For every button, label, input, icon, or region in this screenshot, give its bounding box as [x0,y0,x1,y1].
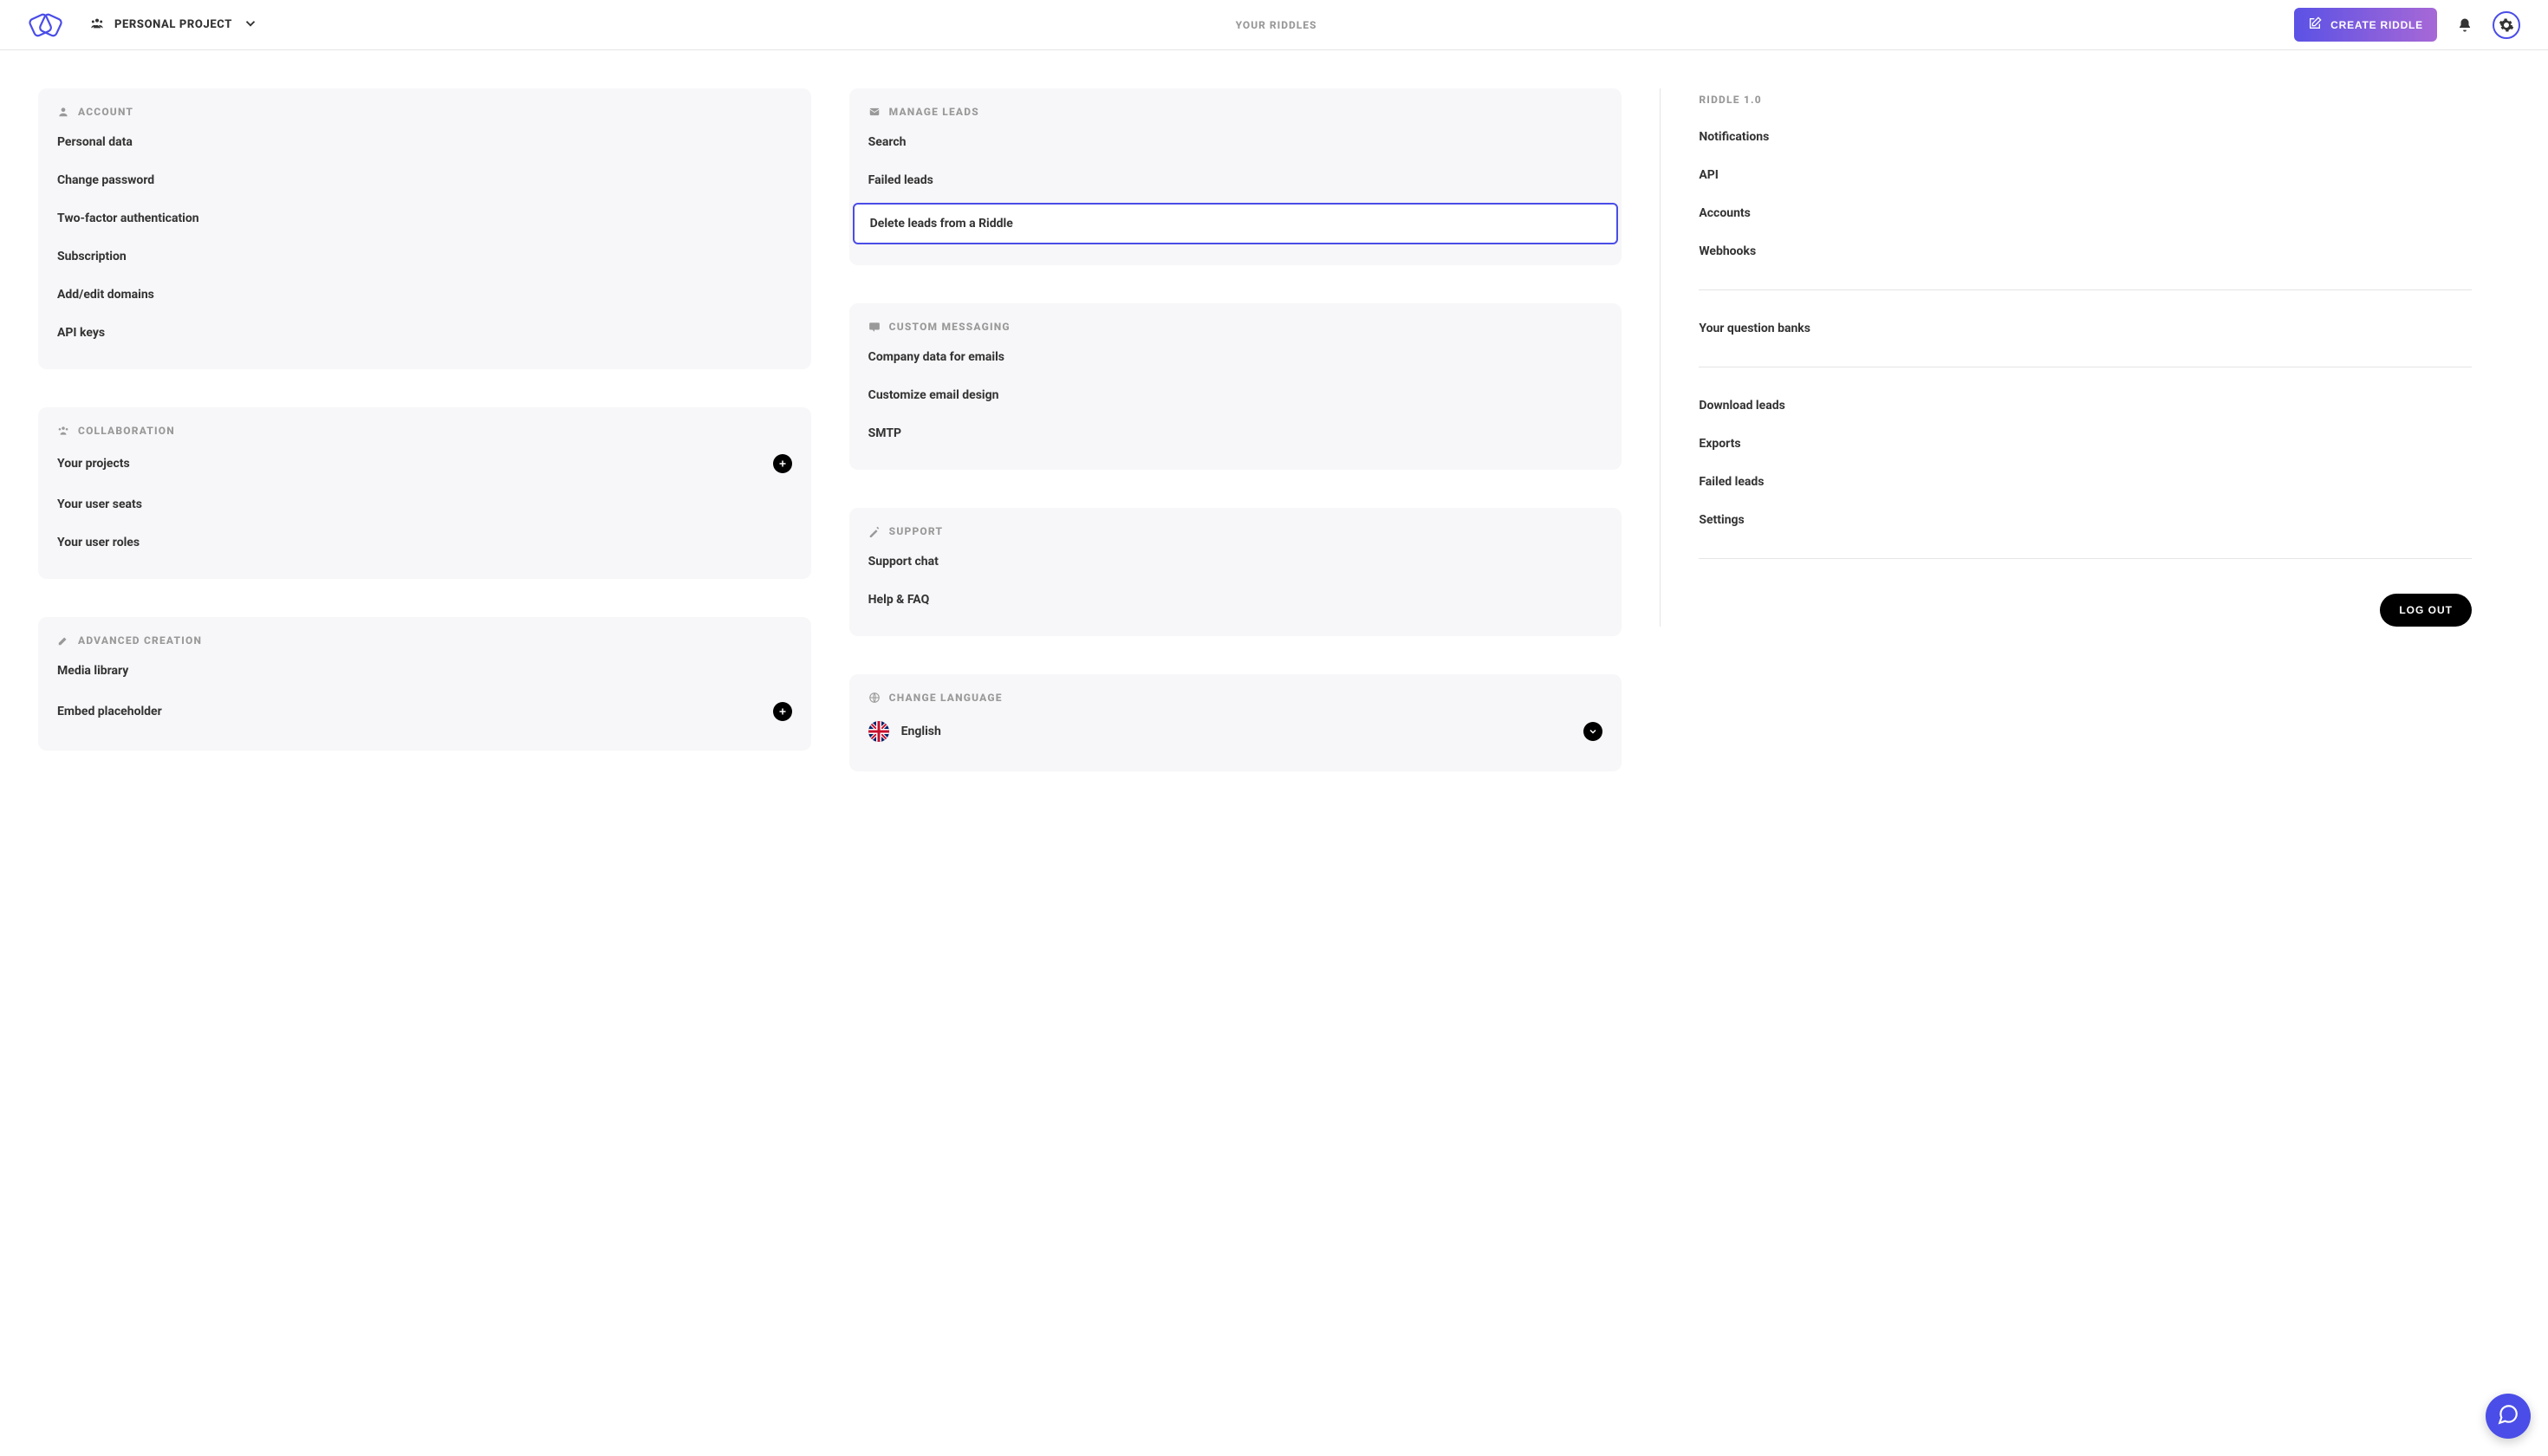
divider [1699,558,2472,559]
sidebar-item-user-roles[interactable]: Your user roles [38,523,811,562]
card-account: ACCOUNT Personal data Change password Tw… [38,88,811,369]
sidebar-item-smtp[interactable]: SMTP [849,414,1622,452]
link-download-leads[interactable]: Download leads [1699,387,2472,425]
card-collaboration: COLLABORATION Your projects Your user se… [38,407,811,579]
sidebar-item-company-emails[interactable]: Company data for emails [849,338,1622,376]
sidebar-item-embed-placeholder[interactable]: Embed placeholder [38,690,811,733]
right-column: RIDDLE 1.0 Notifications API Accounts We… [1660,88,2472,627]
header-right: CREATE RIDDLE [2294,8,2520,42]
sidebar-item-support-chat[interactable]: Support chat [849,543,1622,581]
card-support: SUPPORT Support chat Help & FAQ [849,508,1622,636]
link-notifications[interactable]: Notifications [1699,118,2472,156]
sidebar-item-help-faq[interactable]: Help & FAQ [849,581,1622,619]
card-custom-messaging: CUSTOM MESSAGING Company data for emails… [849,303,1622,470]
header: PERSONAL PROJECT YOUR RIDDLES CREATE RID… [0,0,2548,50]
card-title: MANAGE LEADS [889,106,979,118]
language-label: English [901,725,941,738]
chevron-down-icon [243,16,258,35]
globe-icon [868,692,881,704]
sidebar-item-user-seats[interactable]: Your user seats [38,485,811,523]
person-icon [57,106,69,118]
link-webhooks[interactable]: Webhooks [1699,232,2472,270]
card-change-language: CHANGE LANGUAGE English [849,674,1622,771]
pencil-icon [57,634,69,647]
mail-icon [868,106,881,118]
right-header: RIDDLE 1.0 [1699,94,2472,118]
link-question-banks[interactable]: Your question banks [1699,309,2472,348]
logout-button[interactable]: LOG OUT [2380,594,2472,627]
link-exports[interactable]: Exports [1699,425,2472,463]
plus-icon[interactable] [773,702,792,721]
project-label: PERSONAL PROJECT [114,18,232,31]
create-riddle-button[interactable]: CREATE RIDDLE [2294,8,2437,42]
card-title: ACCOUNT [78,106,133,118]
page-title: YOUR RIDDLES [1236,19,1317,31]
people-icon [90,16,104,34]
logo-icon[interactable] [28,12,66,38]
sidebar-item-media-library[interactable]: Media library [38,652,811,690]
sidebar-item-api-keys[interactable]: API keys [38,314,811,352]
card-title: CHANGE LANGUAGE [889,692,1003,704]
wand-icon [868,525,881,537]
content: ACCOUNT Personal data Change password Tw… [0,50,2548,809]
plus-icon[interactable] [773,454,792,473]
link-failed-leads[interactable]: Failed leads [1699,463,2472,501]
edit-icon [2308,16,2322,33]
divider [1699,289,2472,290]
card-title: SUPPORT [889,525,944,537]
link-accounts[interactable]: Accounts [1699,194,2472,232]
language-selector[interactable]: English [849,709,1622,754]
card-manage-leads: MANAGE LEADS Search Failed leads Delete … [849,88,1622,265]
chat-icon [868,321,881,333]
create-label: CREATE RIDDLE [2330,19,2423,31]
project-selector[interactable]: PERSONAL PROJECT [90,16,258,35]
flag-uk-icon [868,721,889,742]
settings-button[interactable] [2493,11,2520,39]
sidebar-item-change-password[interactable]: Change password [38,161,811,199]
sidebar-item-delete-leads[interactable]: Delete leads from a Riddle [853,203,1619,244]
middle-column: MANAGE LEADS Search Failed leads Delete … [849,88,1622,771]
sidebar-item-two-factor[interactable]: Two-factor authentication [38,199,811,237]
card-title: ADVANCED CREATION [78,634,202,647]
sidebar-item-projects[interactable]: Your projects [38,442,811,485]
sidebar-item-personal-data[interactable]: Personal data [38,123,811,161]
sidebar-item-subscription[interactable]: Subscription [38,237,811,276]
header-left: PERSONAL PROJECT [28,12,258,38]
card-advanced-creation: ADVANCED CREATION Media library Embed pl… [38,617,811,751]
sidebar-item-failed-leads[interactable]: Failed leads [849,161,1622,199]
card-title: COLLABORATION [78,425,175,437]
people-icon [57,425,69,437]
chat-widget-button[interactable] [2486,1394,2531,1439]
chevron-down-icon [1583,722,1602,741]
chat-icon [2497,1403,2519,1429]
link-api[interactable]: API [1699,156,2472,194]
link-settings[interactable]: Settings [1699,501,2472,539]
notifications-button[interactable] [2451,11,2479,39]
left-column: ACCOUNT Personal data Change password Tw… [38,88,811,751]
card-title: CUSTOM MESSAGING [889,321,1011,333]
sidebar-item-search-leads[interactable]: Search [849,123,1622,161]
sidebar-item-customize-email[interactable]: Customize email design [849,376,1622,414]
sidebar-item-domains[interactable]: Add/edit domains [38,276,811,314]
